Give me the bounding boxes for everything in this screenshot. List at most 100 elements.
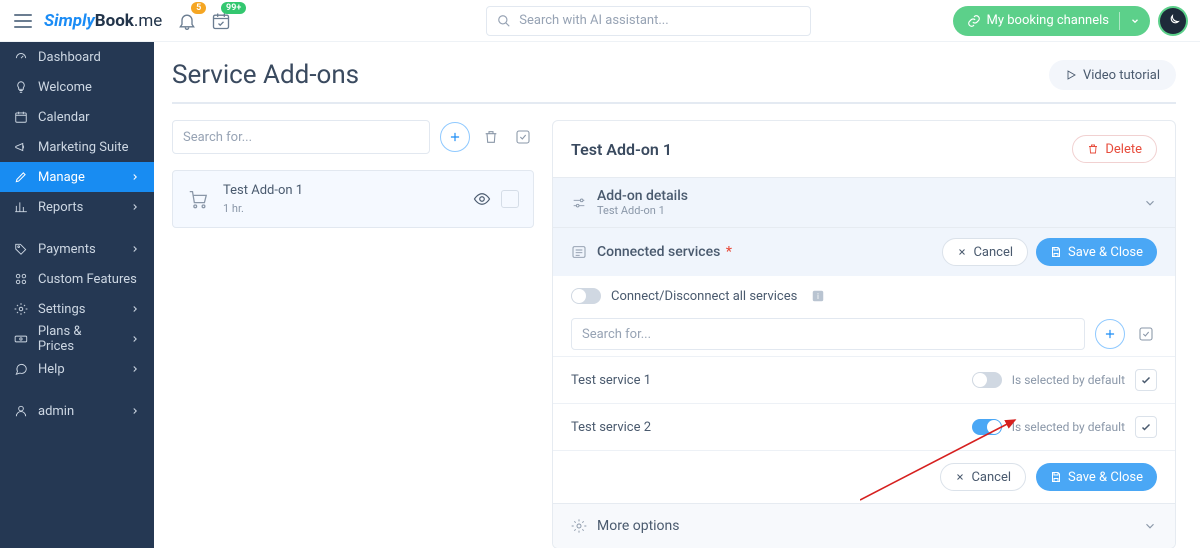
close-icon <box>955 472 965 482</box>
save-icon <box>1050 246 1062 258</box>
global-search-input[interactable] <box>519 13 800 28</box>
sidebar-label: Reports <box>38 200 83 215</box>
trash-icon <box>483 129 499 145</box>
service-row: Test service 1 Is selected by default <box>553 356 1175 403</box>
default-checkbox[interactable] <box>1135 416 1157 438</box>
notifications-button[interactable]: 5 <box>172 6 202 36</box>
delete-button[interactable]: Delete <box>1072 135 1157 163</box>
sidebar-item-dashboard[interactable]: Dashboard <box>0 42 154 72</box>
plus-icon <box>1103 327 1117 341</box>
service-name: Test service 1 <box>571 373 651 388</box>
cart-icon <box>187 188 209 210</box>
select-all-button[interactable] <box>512 126 534 148</box>
chevron-down-icon <box>1130 16 1140 26</box>
cash-icon <box>14 332 28 346</box>
sidebar-item-reports[interactable]: Reports <box>0 192 154 222</box>
booking-channels-button[interactable]: My booking channels <box>953 6 1150 36</box>
default-label: Is selected by default <box>1012 420 1125 434</box>
sidebar-item-admin[interactable]: admin <box>0 396 154 426</box>
sidebar-label: admin <box>38 404 74 419</box>
menu-toggle[interactable] <box>14 14 32 28</box>
logo[interactable]: SimplyBook.me <box>44 11 162 31</box>
list-icon <box>571 244 587 260</box>
page-title: Service Add-ons <box>172 60 359 90</box>
sidebar-item-custom-features[interactable]: Custom Features <box>0 264 154 294</box>
sidebar-item-payments[interactable]: Payments <box>0 234 154 264</box>
checkbox-icon <box>515 129 531 145</box>
logo-part2: Book <box>95 11 134 31</box>
user-icon <box>14 404 28 418</box>
details-label: Add-on details <box>597 188 688 204</box>
delete-addon-button[interactable] <box>480 126 502 148</box>
save-close-button[interactable]: Save & Close <box>1036 238 1157 266</box>
sidebar-item-plans[interactable]: Plans & Prices <box>0 324 154 354</box>
chevron-right-icon <box>130 172 140 182</box>
main: Service Add-ons Video tutorial <box>154 42 1200 548</box>
pencil-icon <box>14 170 28 184</box>
trash-icon <box>1087 143 1099 155</box>
sidebar-label: Payments <box>38 242 96 257</box>
gauge-icon <box>14 50 28 64</box>
more-options-section[interactable]: More options <box>553 503 1175 548</box>
footer-save-button[interactable]: Save & Close <box>1036 463 1157 491</box>
sidebar-item-marketing[interactable]: Marketing Suite <box>0 132 154 162</box>
addon-detail-title: Test Add-on 1 <box>571 140 672 159</box>
logo-part1: Simply <box>44 11 95 31</box>
chevron-right-icon <box>130 304 140 314</box>
chevron-down-icon[interactable] <box>1143 519 1157 533</box>
cancel-button[interactable]: Cancel <box>942 238 1028 266</box>
chevron-right-icon <box>130 244 140 254</box>
chevron-right-icon <box>130 406 140 416</box>
close-icon <box>957 247 967 257</box>
sidebar-item-help[interactable]: Help <box>0 354 154 384</box>
default-checkbox[interactable] <box>1135 369 1157 391</box>
add-service-button[interactable] <box>1095 319 1125 349</box>
bell-icon <box>177 11 197 31</box>
calendar-icon <box>14 110 28 124</box>
calendar-button[interactable]: 99+ <box>206 6 236 36</box>
sidebar-item-manage[interactable]: Manage <box>0 162 154 192</box>
addon-details-section[interactable]: Add-on details Test Add-on 1 <box>553 178 1175 227</box>
service-name: Test service 2 <box>571 420 651 435</box>
sidebar-label: Marketing Suite <box>38 140 129 155</box>
chevron-down-icon[interactable] <box>1143 196 1157 210</box>
addon-title: Test Add-on 1 <box>223 183 303 198</box>
global-search[interactable] <box>486 6 811 36</box>
addon-checkbox[interactable] <box>501 190 519 208</box>
service-toggle[interactable] <box>972 419 1002 435</box>
sidebar-item-calendar[interactable]: Calendar <box>0 102 154 132</box>
toggle-all-label: Connect/Disconnect all services <box>611 289 797 304</box>
notifications-badge: 5 <box>191 2 206 14</box>
video-tutorial-button[interactable]: Video tutorial <box>1049 60 1176 90</box>
gear-icon <box>14 302 28 316</box>
sidebar-item-welcome[interactable]: Welcome <box>0 72 154 102</box>
select-all-services-button[interactable] <box>1135 323 1157 345</box>
addon-detail-panel: Test Add-on 1 Delete Add-on details Test… <box>552 120 1176 548</box>
add-addon-button[interactable] <box>440 122 470 152</box>
play-icon <box>1065 69 1077 81</box>
service-toggle[interactable] <box>972 372 1002 388</box>
svg-text:i: i <box>817 291 819 301</box>
footer-cancel-button[interactable]: Cancel <box>940 463 1026 491</box>
eye-icon[interactable] <box>473 190 491 208</box>
bulb-icon <box>14 80 28 94</box>
addon-search-input[interactable] <box>172 120 430 154</box>
sidebar-item-settings[interactable]: Settings <box>0 294 154 324</box>
gear-icon <box>571 518 587 534</box>
info-icon[interactable]: i <box>811 289 825 303</box>
moon-icon <box>1166 14 1180 28</box>
theme-toggle[interactable] <box>1160 8 1186 34</box>
chevron-right-icon <box>130 364 140 374</box>
chevron-right-icon <box>130 202 140 212</box>
delete-label: Delete <box>1105 142 1142 157</box>
sidebar-label: Dashboard <box>38 50 101 65</box>
connected-label: Connected services * <box>597 244 732 260</box>
topbar: SimplyBook.me 5 99+ My booking channels <box>0 0 1200 42</box>
services-search-input[interactable] <box>571 318 1085 350</box>
sidebar: Dashboard Welcome Calendar Marketing Sui… <box>0 42 154 548</box>
sidebar-label: Custom Features <box>38 272 137 287</box>
booking-channels-label: My booking channels <box>987 13 1109 28</box>
toggle-all-services[interactable] <box>571 288 601 304</box>
video-tutorial-label: Video tutorial <box>1083 68 1160 83</box>
addon-list-item[interactable]: Test Add-on 1 1 hr. <box>172 170 534 228</box>
